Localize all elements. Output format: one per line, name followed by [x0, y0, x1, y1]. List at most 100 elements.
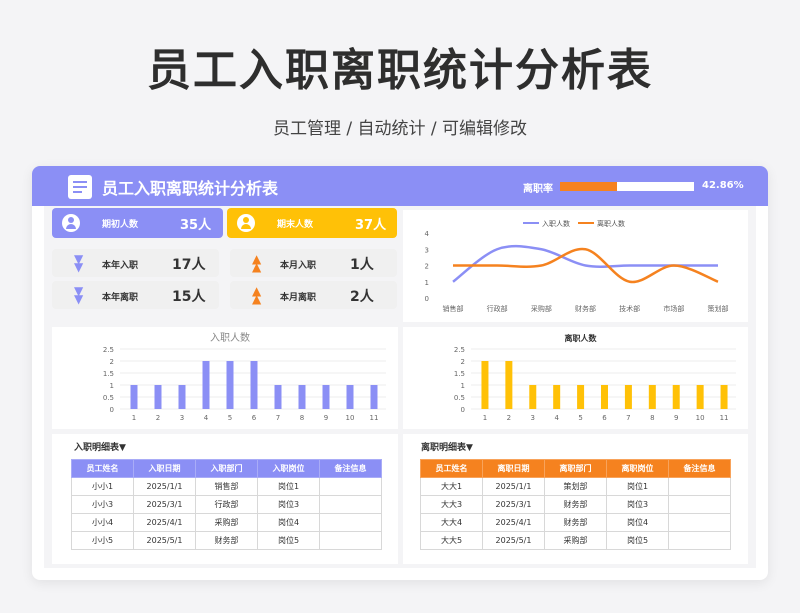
- y-tick-label: 3: [425, 246, 429, 254]
- table-cell[interactable]: 小小1: [71, 477, 134, 496]
- table-cell[interactable]: 大大1: [420, 477, 483, 496]
- table-row: 小小5 2025/5/1 财务部 岗位5: [71, 531, 382, 550]
- table-header-cell: 入职岗位: [257, 459, 320, 478]
- entry-table-panel: 入职明细表▼ 员工姓名 入职日期 入职部门 入职岗位 备注信息 小小1 2025/1/1 销…: [52, 434, 398, 564]
- x-tick-label: 9: [324, 414, 328, 422]
- leave-table: 员工姓名 离职日期 离职部门 离职岗位 备注信息 大大1 2025/1/1 策划部 岗位1 大大…: [420, 459, 731, 550]
- table-cell[interactable]: [319, 531, 382, 550]
- table-cell[interactable]: 小小5: [71, 531, 134, 550]
- y-tick-label: 1: [461, 382, 465, 390]
- stat-year-leaves: ▼ ▼ 本年离职 15人: [52, 281, 219, 309]
- table-header-cell: 离职部门: [544, 459, 607, 478]
- table-cell[interactable]: 小小3: [71, 495, 134, 514]
- bar: [529, 385, 537, 409]
- table-cell[interactable]: 岗位4: [257, 513, 320, 532]
- hire-bar-chart-svg: 入职人数 0 0.5 1 1.5 2 2.5 1 2 3 4 5 6 7 8 9 10 11: [103, 331, 386, 422]
- table-header-cell: 备注信息: [668, 459, 731, 478]
- table-cell[interactable]: [319, 477, 382, 496]
- table-cell[interactable]: 销售部: [195, 477, 258, 496]
- bar: [346, 385, 354, 409]
- table-cell[interactable]: 岗位5: [257, 531, 320, 550]
- bar: [178, 385, 186, 409]
- x-tick-label: 采购部: [531, 304, 552, 313]
- x-tick-label: 6: [602, 414, 607, 422]
- stat-value: 17人: [172, 257, 206, 273]
- bar: [481, 361, 489, 409]
- table-cell[interactable]: 岗位1: [606, 477, 669, 496]
- end-headcount-value: 37人: [355, 218, 387, 233]
- end-headcount-label: 期末人数: [277, 220, 314, 230]
- x-tick-label: 6: [252, 414, 257, 422]
- table-cell[interactable]: 小小4: [71, 513, 134, 532]
- x-tick-label: 9: [674, 414, 678, 422]
- table-cell[interactable]: 2025/5/1: [133, 531, 196, 550]
- document-icon: [68, 175, 92, 199]
- x-tick-label: 3: [531, 414, 535, 422]
- bar: [624, 385, 632, 409]
- end-headcount-card: 期末人数 37人: [227, 208, 397, 238]
- table-cell[interactable]: 采购部: [544, 531, 607, 550]
- table-cell[interactable]: 2025/1/1: [482, 477, 545, 496]
- people-icon: [237, 214, 255, 232]
- x-tick-label: 7: [276, 414, 280, 422]
- table-cell[interactable]: 岗位4: [606, 513, 669, 532]
- y-tick-label: 1: [110, 382, 114, 390]
- bar: [370, 385, 378, 409]
- table-cell[interactable]: [319, 513, 382, 532]
- table-cell[interactable]: 2025/4/1: [482, 513, 545, 532]
- table-cell[interactable]: 财务部: [544, 513, 607, 532]
- y-tick-label: 2: [425, 263, 429, 271]
- table-cell[interactable]: 策划部: [544, 477, 607, 496]
- table-cell[interactable]: 采购部: [195, 513, 258, 532]
- start-headcount-card: 期初人数 35人: [52, 208, 223, 238]
- x-tick-label: 市场部: [663, 304, 684, 313]
- double-chevron-up-icon: ▲ ▲: [252, 284, 262, 306]
- bar: [553, 385, 561, 409]
- table-cell[interactable]: 财务部: [195, 531, 258, 550]
- leave-bar-chart: 离职人数 0 0.5 1 1.5 2 2.5 1 2 3 4 5 6 7 8 9 10 11: [403, 327, 748, 429]
- table-cell[interactable]: 2025/5/1: [482, 531, 545, 550]
- table-cell[interactable]: 行政部: [195, 495, 258, 514]
- y-tick-label: 0.5: [454, 394, 465, 402]
- table-row: 大大4 2025/4/1 财务部 岗位4: [420, 513, 731, 532]
- dashboard-header: 员工入职离职统计分析表 离职率 42.86%: [32, 166, 768, 206]
- table-cell[interactable]: 2025/1/1: [133, 477, 196, 496]
- chart-title: 入职人数: [210, 331, 250, 344]
- table-cell[interactable]: 岗位3: [606, 495, 669, 514]
- table-cell[interactable]: 2025/3/1: [133, 495, 196, 514]
- entry-table-title[interactable]: 入职明细表▼: [74, 440, 126, 453]
- x-tick-label: 3: [180, 414, 184, 422]
- table-cell[interactable]: 岗位1: [257, 477, 320, 496]
- table-cell[interactable]: 2025/4/1: [133, 513, 196, 532]
- x-tick-label: 销售部: [443, 304, 464, 313]
- bar: [274, 385, 282, 409]
- bar: [322, 385, 330, 409]
- bar: [154, 385, 162, 409]
- table-cell[interactable]: [668, 513, 731, 532]
- table-cell[interactable]: [668, 531, 731, 550]
- y-tick-label: 2: [461, 358, 465, 366]
- table-cell[interactable]: [668, 495, 731, 514]
- bar: [577, 385, 585, 409]
- double-chevron-down-icon: ▼ ▼: [74, 252, 84, 274]
- table-row: 小小1 2025/1/1 销售部 岗位1: [71, 477, 382, 496]
- leave-table-title[interactable]: 离职明细表▼: [421, 440, 473, 453]
- table-cell[interactable]: 大大4: [420, 513, 483, 532]
- double-chevron-up-icon: ▲ ▲: [252, 252, 262, 274]
- table-cell[interactable]: 2025/3/1: [482, 495, 545, 514]
- table-cell[interactable]: [668, 477, 731, 496]
- y-tick-label: 1.5: [454, 370, 465, 378]
- table-cell[interactable]: [319, 495, 382, 514]
- page-title: 员工入职离职统计分析表: [147, 45, 653, 96]
- table-cell[interactable]: 岗位3: [257, 495, 320, 514]
- x-tick-label: 2: [156, 414, 160, 422]
- y-tick-label: 0.5: [103, 394, 114, 402]
- y-tick-label: 4: [425, 230, 430, 238]
- table-cell[interactable]: 岗位5: [606, 531, 669, 550]
- table-cell[interactable]: 财务部: [544, 495, 607, 514]
- table-header-cell: 离职岗位: [606, 459, 669, 478]
- table-cell[interactable]: 大大5: [420, 531, 483, 550]
- stat-value: 15人: [172, 289, 206, 305]
- dashboard-title: 员工入职离职统计分析表: [102, 179, 279, 198]
- table-cell[interactable]: 大大3: [420, 495, 483, 514]
